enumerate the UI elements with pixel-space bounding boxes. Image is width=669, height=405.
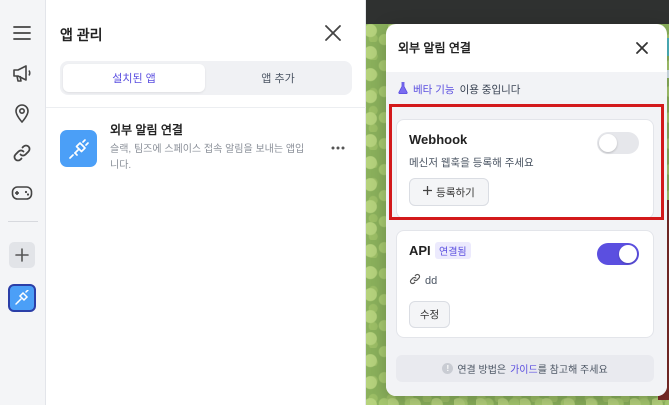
api-link-text: dd bbox=[425, 274, 438, 287]
edit-button[interactable]: 수정 bbox=[409, 301, 450, 328]
popup-title: 외부 알림 연결 bbox=[398, 41, 471, 55]
rail-divider bbox=[8, 221, 38, 222]
location-pin-icon[interactable] bbox=[9, 100, 35, 126]
beta-label: 베타 기능 bbox=[413, 84, 455, 96]
close-icon[interactable] bbox=[632, 38, 652, 58]
link-icon[interactable] bbox=[9, 140, 35, 166]
guide-link[interactable]: 가이드 bbox=[510, 365, 538, 376]
toggle-knob bbox=[619, 245, 637, 263]
guide-suffix: 를 참고해 주세요 bbox=[537, 365, 608, 376]
beta-notice: 베타 기능 이용 중입니다 bbox=[398, 82, 520, 97]
highlight-box bbox=[389, 104, 664, 220]
tab-installed-apps[interactable]: 설치된 앱 bbox=[63, 64, 205, 92]
plug-icon[interactable] bbox=[60, 130, 97, 167]
add-icon[interactable] bbox=[9, 242, 35, 268]
link-icon bbox=[409, 273, 421, 288]
menu-icon[interactable] bbox=[9, 20, 35, 46]
panel-title: 앱 관리 bbox=[60, 27, 103, 43]
gamepad-icon[interactable] bbox=[9, 180, 35, 206]
app-tabs: 설치된 앱 앱 추가 bbox=[60, 61, 352, 95]
tab-add-app[interactable]: 앱 추가 bbox=[207, 64, 349, 92]
beta-text: 이용 중입니다 bbox=[459, 84, 521, 96]
map-top-bar bbox=[366, 0, 669, 24]
guide-notice: ! 연결 방법은 가이드를 참고해 주세요 bbox=[396, 355, 654, 382]
guide-prefix: 연결 방법은 bbox=[457, 365, 507, 376]
app-name[interactable]: 외부 알림 연결 bbox=[110, 121, 183, 138]
api-link: dd bbox=[409, 273, 437, 288]
api-card: API 연결됨 dd 수정 bbox=[396, 230, 654, 338]
more-options-icon[interactable] bbox=[329, 140, 347, 158]
app-description: 슬랙, 팀즈에 스페이스 접속 알림을 보내는 앱입니다. bbox=[110, 144, 305, 171]
info-icon: ! bbox=[442, 363, 454, 374]
connected-badge: 연결됨 bbox=[435, 242, 471, 259]
api-toggle[interactable] bbox=[597, 243, 639, 265]
app-management-panel: 앱 관리 설치된 앱 앱 추가 외부 알림 연결 슬랙, 팀즈에 스페이스 접속… bbox=[46, 0, 366, 405]
flask-icon bbox=[398, 82, 408, 97]
icon-rail bbox=[0, 0, 46, 405]
api-title: API bbox=[409, 243, 431, 258]
megaphone-icon[interactable] bbox=[9, 60, 35, 86]
close-icon[interactable] bbox=[322, 22, 344, 44]
divider bbox=[46, 107, 366, 108]
integration-app-icon[interactable] bbox=[8, 284, 36, 312]
